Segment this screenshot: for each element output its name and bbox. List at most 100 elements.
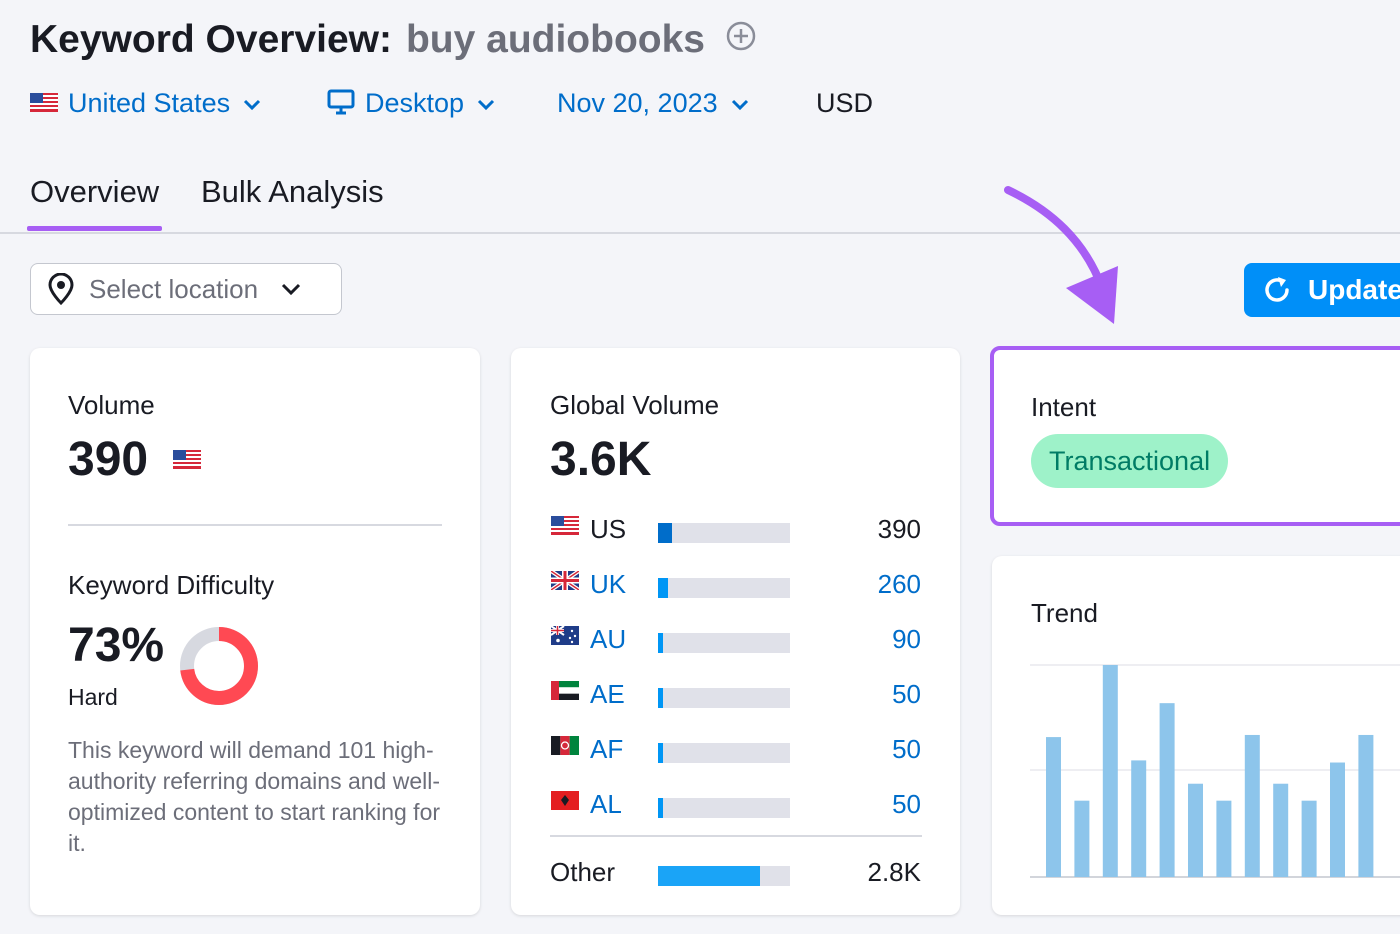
intent-card: Intent Transactional	[990, 346, 1400, 526]
country-share-fill	[658, 633, 663, 653]
tab-bar: Overview Bulk Analysis	[0, 160, 1400, 234]
keyword-difficulty-label: Keyword Difficulty	[68, 570, 275, 600]
country-volume: 50	[892, 789, 921, 819]
refresh-icon	[1262, 275, 1292, 305]
divider	[68, 524, 442, 526]
country-share-bar	[658, 688, 790, 708]
country-share-bar	[658, 523, 790, 543]
keyword-text: buy audiobooks	[405, 18, 705, 61]
country-filter[interactable]: United States	[30, 88, 262, 119]
country-volume: 90	[892, 624, 921, 654]
trend-bar[interactable]	[1046, 737, 1061, 877]
trend-bar[interactable]	[1273, 783, 1289, 877]
country-volume: 390	[877, 514, 921, 544]
country-share-bar	[658, 798, 790, 818]
country-volume: 260	[877, 569, 921, 599]
us-flag-icon	[30, 88, 58, 119]
country-share-fill	[658, 578, 668, 598]
location-select[interactable]: Select location	[30, 263, 342, 315]
us-flag-icon	[173, 450, 201, 474]
device-filter-label: Desktop	[365, 87, 465, 118]
af-flag-icon	[551, 736, 579, 755]
country-share-bar	[658, 743, 790, 763]
country-code: AE	[590, 679, 625, 709]
country-volume: 50	[892, 679, 921, 709]
location-select-placeholder: Select location	[89, 273, 259, 304]
country-code: AF	[590, 734, 624, 764]
currency-label: USD	[816, 87, 874, 118]
country-volume: 50	[892, 734, 921, 764]
intent-label: Intent	[1031, 392, 1097, 422]
page-title: Keyword Overview: buy audiobooks	[30, 18, 756, 62]
country-code: AL	[590, 789, 622, 819]
country-share-fill	[658, 798, 663, 818]
other-label: Other	[550, 857, 616, 887]
other-share-fill	[658, 866, 760, 886]
difficulty-donut-chart	[180, 627, 258, 705]
other-volume: 2.8K	[867, 857, 922, 887]
country-share-bar	[658, 578, 790, 598]
chevron-down-icon	[242, 88, 262, 119]
location-pin-icon	[47, 273, 75, 305]
chevron-down-icon	[730, 88, 750, 119]
chevron-down-icon	[476, 88, 496, 119]
trend-bar[interactable]	[1301, 800, 1317, 877]
trend-bar[interactable]	[1188, 783, 1203, 877]
al-flag-icon	[551, 791, 579, 810]
trend-label: Trend	[1031, 598, 1098, 628]
device-filter[interactable]: Desktop	[327, 85, 496, 122]
annotation-arrow-icon	[1004, 186, 1118, 324]
global-volume-value: 3.6K	[550, 433, 652, 486]
country-row-us[interactable]: US 390	[551, 510, 921, 550]
trend-bar[interactable]	[1159, 703, 1175, 877]
country-row-al[interactable]: AL 50	[551, 785, 921, 825]
country-row-other: Other 2.8K	[550, 853, 922, 893]
trend-bar[interactable]	[1074, 800, 1090, 877]
country-code: US	[590, 514, 627, 544]
ae-flag-icon	[551, 681, 579, 700]
trend-bar[interactable]	[1131, 760, 1147, 877]
add-keyword-icon[interactable]	[726, 17, 756, 61]
trend-bar[interactable]	[1330, 762, 1345, 877]
volume-card: Volume 390 Keyword Difficulty 73% Hard T…	[30, 348, 480, 915]
update-button[interactable]: Update	[1244, 263, 1400, 317]
country-code: AU	[590, 624, 627, 654]
trend-chart	[1030, 664, 1400, 878]
country-share-bar	[658, 633, 790, 653]
country-share-fill	[658, 523, 672, 543]
country-share-bar	[658, 866, 790, 886]
global-volume-card: Global Volume 3.6K US 390 UK 260 AU 90 A…	[511, 348, 960, 915]
tab-overview[interactable]: Overview	[26, 174, 163, 231]
global-volume-label: Global Volume	[550, 390, 720, 420]
intent-badge[interactable]: Transactional	[1031, 434, 1229, 488]
trend-bar[interactable]	[1102, 665, 1118, 877]
country-share-fill	[658, 743, 663, 763]
tab-bulk-analysis[interactable]: Bulk Analysis	[201, 174, 384, 210]
country-row-au[interactable]: AU 90	[551, 620, 921, 660]
country-row-ae[interactable]: AE 50	[551, 675, 921, 715]
trend-bar[interactable]	[1358, 734, 1374, 877]
us-flag-icon	[551, 516, 579, 535]
trend-card: Trend	[992, 556, 1400, 915]
date-filter-label: Nov 20, 2023	[557, 87, 718, 118]
page-title-label: Keyword Overview:	[30, 18, 392, 61]
desktop-icon	[327, 89, 355, 122]
uk-flag-icon	[551, 571, 579, 590]
keyword-difficulty-value: 73%	[68, 619, 165, 672]
volume-label: Volume	[68, 390, 155, 420]
country-filter-label: United States	[68, 87, 231, 118]
keyword-difficulty-description: This keyword will demand 101 high-author…	[68, 737, 441, 856]
country-code: UK	[590, 569, 627, 599]
country-share-fill	[658, 688, 663, 708]
trend-bar[interactable]	[1244, 734, 1260, 877]
update-button-label: Update	[1308, 274, 1400, 305]
keyword-difficulty-level: Hard	[68, 684, 118, 710]
date-filter[interactable]: Nov 20, 2023	[557, 88, 750, 119]
volume-value: 390	[68, 433, 149, 486]
divider	[550, 835, 922, 837]
country-row-uk[interactable]: UK 260	[551, 565, 921, 605]
au-flag-icon	[551, 626, 579, 645]
chevron-down-icon	[280, 282, 302, 296]
trend-bar[interactable]	[1216, 800, 1232, 877]
country-row-af[interactable]: AF 50	[551, 730, 921, 770]
